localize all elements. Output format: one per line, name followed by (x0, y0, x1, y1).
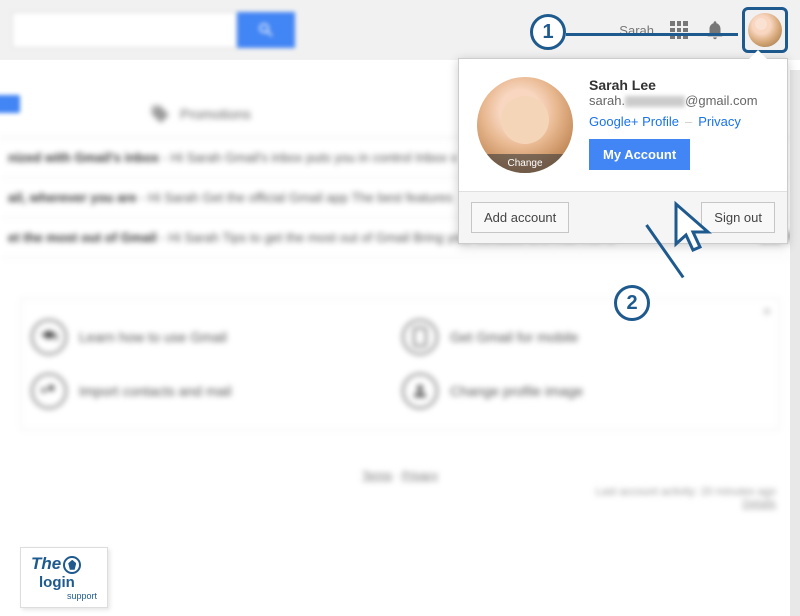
topbar: Sarah (0, 0, 800, 60)
annotation-marker-2: 2 (614, 285, 650, 321)
annotation-marker-1: 1 (530, 14, 566, 50)
watermark: The login support (20, 547, 108, 608)
details-link[interactable]: Details (742, 498, 776, 510)
change-photo-label[interactable]: Change (477, 154, 573, 173)
add-account-button[interactable]: Add account (471, 202, 569, 233)
person-icon (402, 373, 438, 409)
help-mobile[interactable]: Get Gmail for mobile (402, 319, 769, 355)
google-plus-link[interactable]: Google+ Profile (589, 114, 679, 129)
annotation-cursor-icon (670, 200, 718, 258)
account-avatar-large[interactable]: Change (477, 77, 573, 173)
footer-links: Terms · Privacy (0, 470, 800, 482)
globe-icon (63, 556, 81, 574)
help-learn[interactable]: Learn how to use Gmail (31, 319, 398, 355)
account-email: sarah.@gmail.com (589, 93, 769, 108)
my-account-button[interactable]: My Account (589, 139, 690, 170)
tab-promotions[interactable]: Promotions (130, 104, 271, 124)
tab-label: Promotions (180, 106, 251, 122)
apps-icon[interactable] (670, 21, 688, 39)
graduation-icon (31, 319, 67, 355)
email-redacted (625, 96, 685, 107)
avatar-annotation-box (742, 7, 788, 53)
account-avatar[interactable] (748, 13, 782, 47)
terms-link[interactable]: Terms (362, 470, 392, 482)
help-panel: × Learn how to use Gmail Get Gmail for m… (20, 298, 780, 430)
notifications-icon[interactable] (704, 19, 726, 41)
phone-icon (402, 319, 438, 355)
privacy-link[interactable]: Privacy (698, 114, 741, 129)
footer-activity: Last account activity: 20 minutes ago De… (0, 482, 800, 514)
search-button[interactable] (237, 12, 295, 48)
tag-icon (150, 104, 170, 124)
account-name: Sarah Lee (589, 77, 769, 93)
help-close[interactable]: × (763, 303, 771, 319)
account-popup: Change Sarah Lee sarah.@gmail.com Google… (458, 58, 788, 244)
help-profile[interactable]: Change profile image (402, 373, 769, 409)
import-icon (31, 373, 67, 409)
help-import[interactable]: Import contacts and mail (31, 373, 398, 409)
annotation-line-1 (566, 33, 738, 36)
search-input[interactable] (12, 12, 237, 48)
search-icon (257, 21, 275, 39)
privacy-link[interactable]: Privacy (402, 470, 438, 482)
scrollbar[interactable] (790, 70, 800, 616)
